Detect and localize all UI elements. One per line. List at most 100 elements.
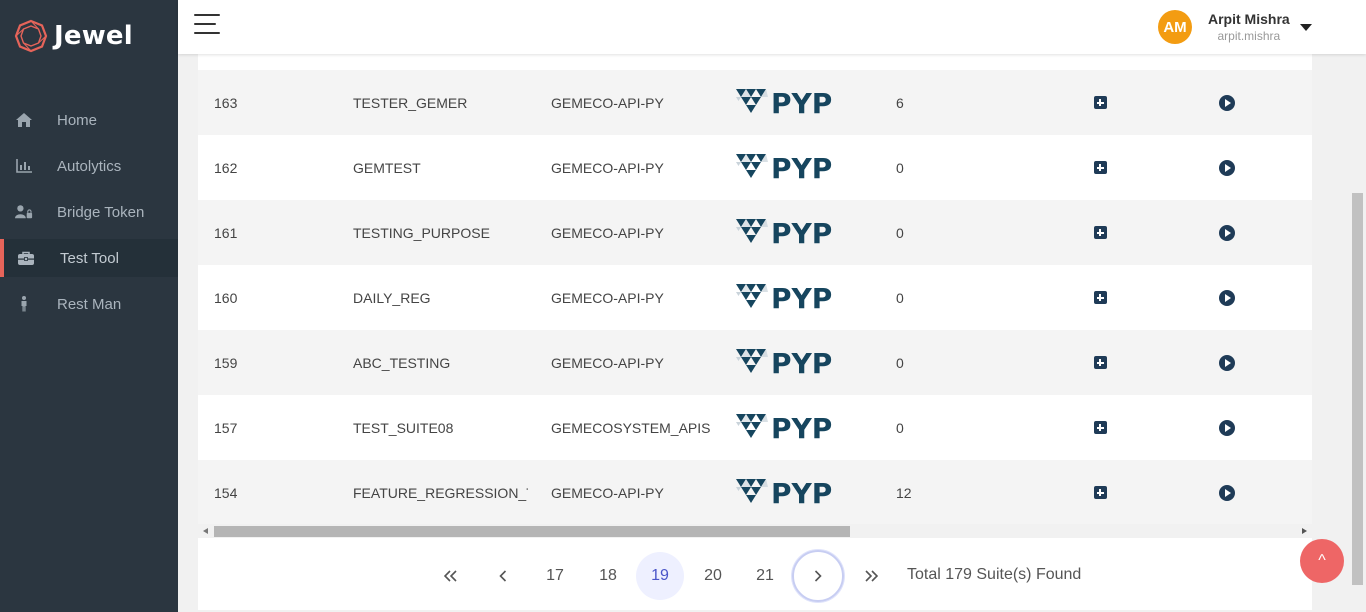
suite-name: DAILY_REG [353,289,431,306]
first-page-button[interactable] [427,552,475,600]
brand-name: Jewel [54,21,133,51]
caret-down-icon[interactable] [1299,23,1312,31]
table-row: 154 FEATURE_REGRESSION_T GEMECO-API-PY PYP 1… [198,460,1312,525]
brand[interactable]: Jewel [14,18,133,54]
table-row: 163 TESTER_GEMER GEMECO-API-PY PYP 6 [198,70,1312,135]
suite-name: ABC_TESTING [353,354,451,371]
suite-name: TESTING_PURPOSE [353,224,490,241]
suite-count: 0 [896,354,904,371]
suite-count: 0 [896,289,904,306]
play-circle-icon[interactable] [1219,289,1235,306]
toolbox-icon [17,249,35,267]
user-lock-icon [15,203,33,221]
suite-count: 12 [896,484,912,501]
pyp-logo: PYP [734,265,844,330]
scrollbar-thumb[interactable] [214,526,850,537]
sidebar-item-test-tool[interactable]: Test Tool [0,239,178,277]
suite-id: 154 [214,484,238,501]
horizontal-scrollbar[interactable] [198,524,1312,538]
play-circle-icon[interactable] [1219,419,1235,436]
page-21-button[interactable]: 21 [741,552,789,600]
home-icon [15,111,33,129]
bar-chart-icon [15,157,33,175]
project-name: GEMECO-API-PY [551,94,664,111]
back-to-top-button[interactable]: ^ [1300,539,1344,583]
avatar: AM [1158,10,1192,44]
plus-square-icon[interactable] [1093,96,1107,109]
table-row: 157 TEST_SUITE08 GEMECOSYSTEM_APIS PYP 0 [198,395,1312,460]
svg-text:PYP: PYP [771,347,832,379]
suite-id: 163 [214,94,238,111]
suite-id: 157 [214,419,238,436]
user-handle: arpit.mishra [1217,29,1281,43]
user-info: Arpit Mishra arpit.mishra [1208,11,1290,43]
last-page-button[interactable] [847,552,895,600]
add-action [1092,460,1108,525]
sidebar-item-bridge-token[interactable]: Bridge Token [0,193,178,231]
page-18-button[interactable]: 18 [584,552,632,600]
page-19-button[interactable]: 19 [636,552,684,600]
suite-count: 0 [896,159,904,176]
project-name: GEMECO-API-PY [551,354,664,371]
total-suites-text: Total 179 Suite(s) Found [907,566,1082,583]
add-action [1092,395,1108,460]
double-chevron-right-icon [865,570,878,582]
page-scrollbar-thumb[interactable] [1352,193,1363,585]
add-action [1092,200,1108,265]
sidebar-item-label: Rest Man [57,295,122,313]
svg-text:PYP: PYP [771,477,832,509]
pyp-logo: PYP [734,330,844,395]
play-circle-icon[interactable] [1219,354,1235,371]
run-action [1219,460,1235,525]
plus-square-icon[interactable] [1093,356,1107,369]
play-circle-icon[interactable] [1219,224,1235,241]
pyp-logo: PYP [734,200,844,265]
chevron-right-icon [814,570,822,582]
suite-id: 159 [214,354,238,371]
run-action [1219,265,1235,330]
plus-square-icon[interactable] [1093,421,1107,434]
sidebar-item-label: Autolytics [57,157,122,175]
suite-name: GEMTEST [353,159,421,176]
pyp-logo: PYP [734,70,844,135]
plus-square-icon[interactable] [1093,291,1107,304]
prev-page-button[interactable] [479,552,527,600]
user-menu[interactable]: AM Arpit Mishra arpit.mishra [1158,9,1312,45]
next-page-button[interactable] [792,550,844,602]
page-17-button[interactable]: 17 [531,552,579,600]
sidebar-item-home[interactable]: Home [0,101,178,139]
scroll-right-icon[interactable] [1302,528,1307,534]
suite-id: 162 [214,159,238,176]
suite-count: 0 [896,419,904,436]
svg-text:PYP: PYP [771,217,832,249]
play-circle-icon[interactable] [1219,484,1235,501]
sidebar-item-label: Home [57,111,98,129]
suite-name: TESTER_GEMER [353,94,468,111]
scroll-left-icon[interactable] [203,528,208,534]
sidebar-item-label: Test Tool [60,249,119,267]
run-action [1219,70,1235,135]
plus-square-icon[interactable] [1093,486,1107,499]
page-scrollbar[interactable] [1349,54,1366,612]
sidebar-item-autolytics[interactable]: Autolytics [0,147,178,185]
suite-count: 6 [896,94,904,111]
table-row: 160 DAILY_REG GEMECO-API-PY PYP 0 [198,265,1312,330]
hamburger-menu-icon[interactable] [194,13,220,35]
page-20-button[interactable]: 20 [689,552,737,600]
play-circle-icon[interactable] [1219,94,1235,111]
project-name: GEMECO-API-PY [551,289,664,306]
suites-table-card: 163 TESTER_GEMER GEMECO-API-PY PYP 6 162 GEMTE… [198,54,1312,610]
play-circle-icon[interactable] [1219,159,1235,176]
project-name: GEMECOSYSTEM_APIS [551,419,711,436]
plus-square-icon[interactable] [1093,226,1107,239]
pyp-logo: PYP [734,395,844,460]
table-row: 159 ABC_TESTING GEMECO-API-PY PYP 0 [198,330,1312,395]
pagination: 17 18 19 20 21 Total 179 Suite(s) Found [198,550,1312,602]
double-chevron-left-icon [444,570,457,582]
sidebar-item-rest-man[interactable]: Rest Man [0,285,178,323]
plus-square-icon[interactable] [1093,161,1107,174]
suite-id: 161 [214,224,238,241]
project-name: GEMECO-API-PY [551,484,664,501]
pyp-logo: PYP [734,460,844,525]
suite-id: 160 [214,289,238,306]
